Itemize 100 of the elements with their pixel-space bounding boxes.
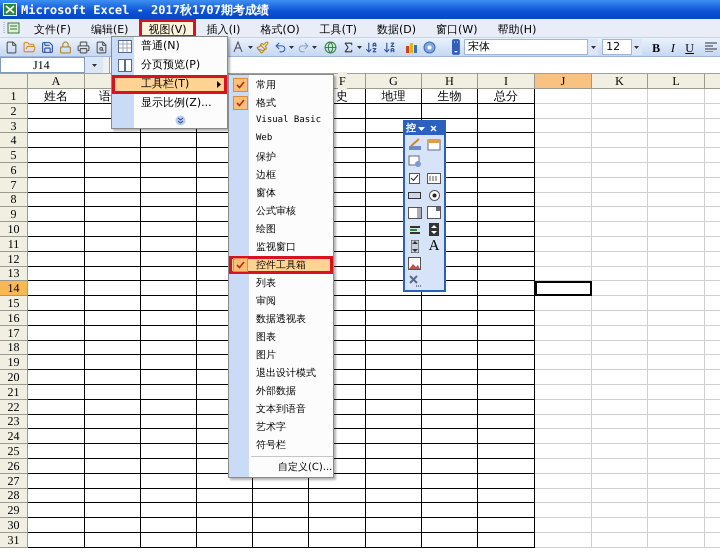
- row-header[interactable]: 22: [0, 400, 28, 415]
- menu-item[interactable]: 边框: [229, 166, 333, 184]
- menu-item[interactable]: 帮助(H): [488, 18, 546, 38]
- table-cell: [197, 518, 253, 533]
- toolbar-options-icon[interactable]: [452, 39, 460, 55]
- menu-item[interactable]: 文件(F): [25, 18, 80, 38]
- format-button[interactable]: U: [681, 39, 698, 55]
- menu-item[interactable]: 退出设计模式: [229, 364, 333, 382]
- column-header[interactable]: J: [535, 74, 592, 88]
- toolbox-title: 控: [406, 124, 416, 134]
- menu-item[interactable]: 窗口(W): [427, 18, 486, 38]
- table-cell: [535, 192, 592, 208]
- row-header[interactable]: 21: [0, 384, 28, 400]
- combo-box-icon[interactable]: [424, 204, 444, 221]
- row-header[interactable]: 9: [0, 207, 28, 222]
- column-header[interactable]: L: [648, 74, 705, 88]
- close-icon[interactable]: [430, 125, 437, 132]
- menu-item[interactable]: 窗体: [229, 184, 333, 202]
- menu-item[interactable]: 数据透视表: [229, 310, 333, 328]
- row-header[interactable]: 20: [0, 370, 28, 385]
- dropdown-icon[interactable]: [418, 126, 425, 130]
- font-dropdown-button[interactable]: [588, 39, 598, 55]
- menu-item[interactable]: 外部数据: [229, 382, 333, 400]
- table-cell: [422, 326, 478, 341]
- row-header[interactable]: 29: [0, 503, 28, 518]
- menu-item[interactable]: 普通(N): [112, 37, 227, 56]
- row-header[interactable]: 24: [0, 429, 28, 444]
- row-header[interactable]: 11: [0, 236, 28, 252]
- menu-item[interactable]: 符号栏: [229, 436, 333, 454]
- row-header[interactable]: 31: [0, 532, 28, 548]
- row-header[interactable]: 4: [0, 133, 28, 148]
- selected-cell[interactable]: [535, 281, 592, 296]
- row-header[interactable]: 17: [0, 326, 28, 341]
- label-tool-button[interactable]: A: [424, 238, 444, 255]
- row-header[interactable]: 12: [0, 252, 28, 267]
- format-button[interactable]: B: [648, 39, 664, 55]
- table-cell: [366, 340, 422, 356]
- table-cell: [422, 488, 478, 504]
- menu-item[interactable]: 绘图: [229, 220, 333, 238]
- name-box[interactable]: J14: [0, 57, 85, 73]
- table-cell: [309, 518, 366, 533]
- format-button[interactable]: I: [664, 39, 682, 55]
- expand-icon[interactable]: [175, 115, 186, 126]
- row-header[interactable]: 7: [0, 178, 28, 193]
- menu-item[interactable]: 工具(T): [310, 18, 366, 38]
- row-header[interactable]: 2: [0, 104, 28, 119]
- row-header[interactable]: 5: [0, 148, 28, 163]
- table-cell: 总分: [478, 89, 535, 104]
- menu-item[interactable]: 审阅: [229, 292, 333, 310]
- row-header[interactable]: 30: [0, 518, 28, 533]
- row-header[interactable]: 14: [0, 281, 28, 296]
- row-header[interactable]: 19: [0, 355, 28, 370]
- row-header[interactable]: 28: [0, 488, 28, 504]
- image-icon[interactable]: [405, 255, 424, 272]
- menu-item[interactable]: 列表: [229, 274, 333, 292]
- menu-item[interactable]: Visual Basic: [229, 112, 333, 130]
- row-header[interactable]: 3: [0, 118, 28, 134]
- menu-item[interactable]: 艺术字: [229, 418, 333, 436]
- table-cell: [478, 429, 535, 444]
- column-header[interactable]: G: [366, 74, 422, 88]
- row-header[interactable]: 26: [0, 458, 28, 474]
- row-header[interactable]: 10: [0, 222, 28, 237]
- menu-item[interactable]: 编辑(E): [82, 18, 138, 38]
- menu-item[interactable]: 格式(O): [251, 18, 309, 38]
- font-size-field[interactable]: 12: [602, 39, 632, 55]
- menu-item[interactable]: 工具栏(T): [112, 75, 227, 94]
- column-header[interactable]: A: [28, 74, 85, 88]
- column-header[interactable]: H: [422, 74, 478, 88]
- table-cell: [535, 518, 592, 533]
- text-box-icon[interactable]: [424, 170, 444, 187]
- row-header[interactable]: 6: [0, 162, 28, 178]
- menu-item[interactable]: 控件工具箱: [229, 256, 333, 274]
- row-header[interactable]: 8: [0, 192, 28, 208]
- name-box-dropdown-button[interactable]: [85, 57, 103, 73]
- row-header[interactable]: 18: [0, 340, 28, 356]
- menu-item[interactable]: 插入(I): [198, 18, 250, 38]
- column-header[interactable]: F: [338, 72, 347, 90]
- menu-item[interactable]: 监视窗口: [229, 238, 333, 256]
- row-header[interactable]: 1: [0, 89, 28, 104]
- list-box-icon[interactable]: [405, 204, 424, 221]
- menu-item[interactable]: Web: [229, 130, 333, 148]
- menu-item[interactable]: 保护: [229, 148, 333, 166]
- workbook-icon[interactable]: [3, 21, 21, 35]
- menu-item[interactable]: 图片: [229, 346, 333, 364]
- column-header[interactable]: K: [592, 74, 648, 88]
- menu-item[interactable]: 文本到语音: [229, 400, 333, 418]
- menu-item[interactable]: 自定义(C)...: [251, 458, 333, 476]
- menu-item[interactable]: 分页预览(P): [112, 56, 227, 75]
- row-header[interactable]: 13: [0, 266, 28, 282]
- row-header[interactable]: 23: [0, 414, 28, 430]
- menu-item[interactable]: 公式审核: [229, 202, 333, 220]
- row-header[interactable]: 16: [0, 310, 28, 326]
- menu-item[interactable]: 数据(D): [368, 18, 426, 38]
- menu-item[interactable]: 图表: [229, 328, 333, 346]
- row-header[interactable]: 25: [0, 444, 28, 459]
- table-cell: [309, 532, 366, 548]
- row-header[interactable]: 15: [0, 296, 28, 311]
- font-field[interactable]: 宋体: [464, 39, 588, 55]
- font-size-dropdown-button[interactable]: [632, 39, 642, 55]
- row-header[interactable]: 27: [0, 474, 28, 489]
